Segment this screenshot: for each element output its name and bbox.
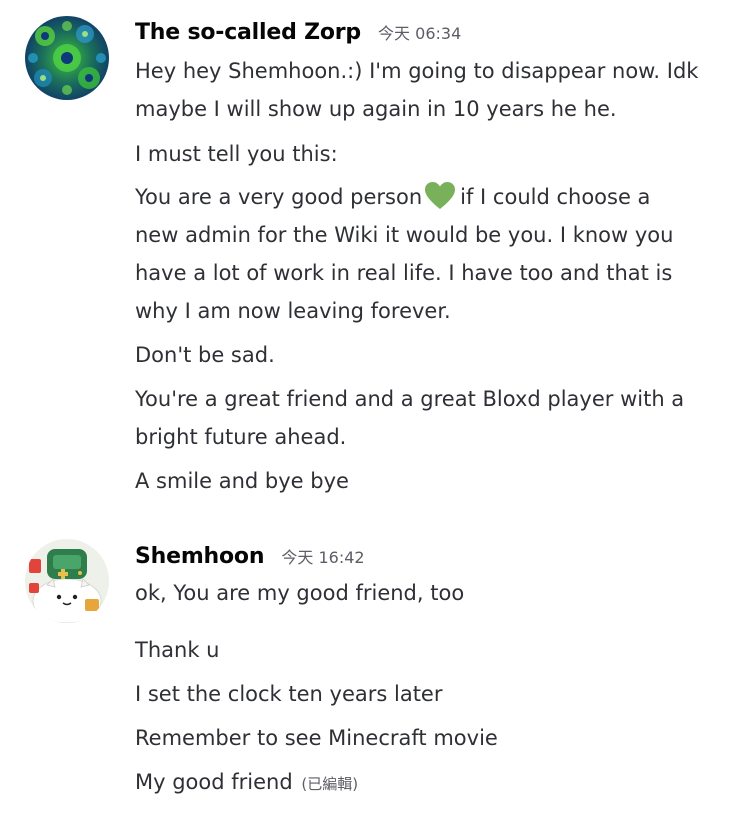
message-line: ok, You are my good friend, too <box>135 581 465 605</box>
avatar[interactable] <box>25 16 109 100</box>
message-line: have a lot of work in real life. I have … <box>135 261 673 285</box>
fractal-green-avatar-icon <box>25 16 109 100</box>
message-line: My good friend (已編輯) <box>135 763 358 803</box>
message-line: new admin for the Wiki it would be you. … <box>135 223 674 247</box>
timestamp[interactable]: 今天 16:42 <box>281 548 364 567</box>
message-group-shemhoon: Shemhoon 今天 16:42 ok, You are my good fr… <box>0 520 755 834</box>
message-text: You are a very good person <box>135 185 423 209</box>
message-line: A smile and bye bye <box>135 469 349 493</box>
message-line: Don't be sad. <box>135 343 275 367</box>
message-text: if I could choose a <box>460 185 651 209</box>
message-header: Shemhoon 今天 16:42 <box>135 544 365 569</box>
message-line: Thank u <box>135 638 220 662</box>
username[interactable]: The so-called Zorp <box>135 20 361 45</box>
message-header: The so-called Zorp 今天 06:34 <box>135 20 461 45</box>
message-line: Hey hey Shemhoon.:) I'm going to disappe… <box>135 59 699 83</box>
message-line: bright future ahead. <box>135 425 347 449</box>
message-line: I set the clock ten years later <box>135 682 443 706</box>
cat-gamepad-avatar-icon <box>25 539 109 623</box>
message-line: why I am now leaving forever. <box>135 299 451 323</box>
message-line: maybe I will show up again in 10 years h… <box>135 97 617 121</box>
message-line: I must tell you this: <box>135 142 338 166</box>
username[interactable]: Shemhoon <box>135 544 265 569</box>
message-line: Remember to see Minecraft movie <box>135 726 498 750</box>
message-line: You're a great friend and a great Bloxd … <box>135 387 685 411</box>
edited-label: (已編輯) <box>301 775 359 793</box>
timestamp[interactable]: 今天 06:34 <box>378 24 461 43</box>
message-group-zorp: The so-called Zorp 今天 06:34 Hey hey Shem… <box>0 0 755 520</box>
message-text: My good friend <box>135 770 293 794</box>
avatar[interactable] <box>25 539 109 623</box>
